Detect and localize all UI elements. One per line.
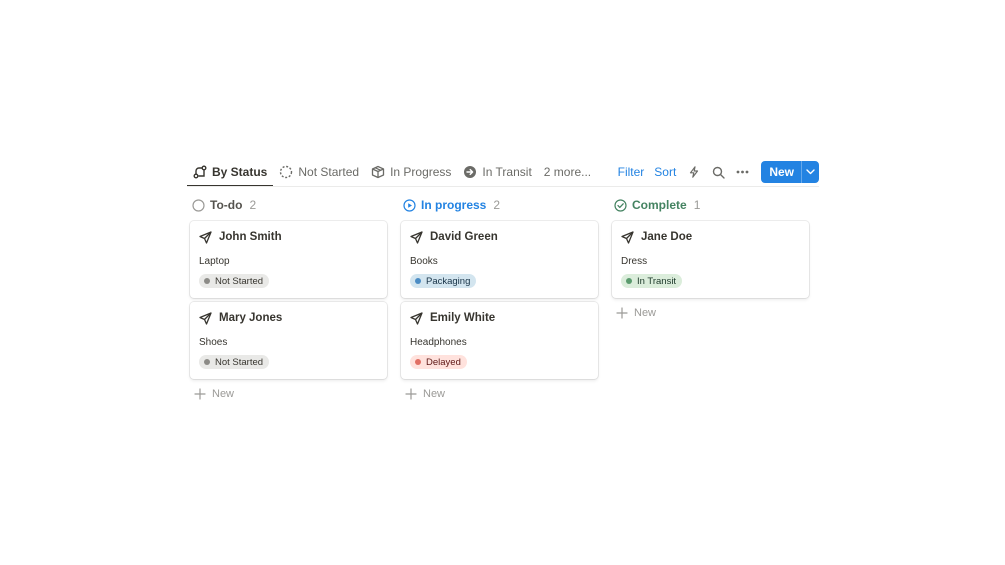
status-badge: Delayed bbox=[410, 355, 467, 369]
card-list: Jane Doe Dress In Transit bbox=[612, 221, 810, 298]
plus-icon bbox=[405, 388, 417, 400]
column-count: 1 bbox=[693, 198, 701, 212]
card-name: Mary Jones bbox=[219, 312, 283, 324]
sort-button[interactable]: Sort bbox=[649, 165, 681, 179]
tab-not-started[interactable]: Not Started bbox=[273, 158, 365, 186]
card-name: Emily White bbox=[430, 312, 496, 324]
status-dot bbox=[204, 278, 210, 284]
column-header[interactable]: In progress 2 bbox=[401, 195, 599, 215]
tab-label: In Progress bbox=[390, 165, 452, 179]
add-new-label: New bbox=[212, 388, 235, 400]
status-label: Delayed bbox=[426, 356, 461, 368]
status-label: Not Started bbox=[215, 356, 264, 368]
play-circle-icon bbox=[403, 198, 416, 212]
card[interactable]: John Smith Laptop Not Started bbox=[190, 221, 387, 298]
empty-circle-icon bbox=[192, 198, 205, 212]
column-header[interactable]: Complete 1 bbox=[612, 195, 810, 215]
status-label: Not Started bbox=[215, 275, 264, 287]
dashed-circle-icon bbox=[279, 165, 293, 179]
column-in-progress: In progress 2 David Green Books Packagin… bbox=[401, 195, 599, 405]
toolbar-divider bbox=[187, 186, 819, 187]
tab-in-transit[interactable]: In Transit bbox=[457, 158, 537, 186]
view-tabs: By Status Not Started In Progress In Tra… bbox=[187, 158, 597, 187]
card-item: Headphones bbox=[410, 337, 467, 348]
card-item: Laptop bbox=[199, 256, 230, 267]
add-new-card-button[interactable]: New bbox=[401, 383, 599, 405]
card[interactable]: Emily White Headphones Delayed bbox=[401, 302, 598, 379]
add-new-card-button[interactable]: New bbox=[612, 302, 810, 324]
column-todo: To-do 2 John Smith Laptop Not Started Ma… bbox=[190, 195, 388, 405]
tab-by-status[interactable]: By Status bbox=[187, 158, 274, 187]
paper-plane-icon bbox=[410, 230, 423, 244]
view-toolbar: By Status Not Started In Progress In Tra… bbox=[187, 158, 819, 187]
card[interactable]: Mary Jones Shoes Not Started bbox=[190, 302, 387, 379]
plus-icon bbox=[194, 388, 206, 400]
column-title: Complete bbox=[632, 198, 687, 212]
tab-in-progress[interactable]: In Progress bbox=[365, 158, 457, 186]
status-dot bbox=[204, 359, 210, 365]
column-count: 2 bbox=[493, 198, 501, 212]
card[interactable]: Jane Doe Dress In Transit bbox=[612, 221, 809, 298]
card-title-row: Emily White bbox=[410, 311, 589, 325]
paper-plane-icon bbox=[621, 230, 634, 244]
card-item: Dress bbox=[621, 256, 648, 267]
tab-more[interactable]: 2 more... bbox=[538, 158, 597, 186]
board-columns: To-do 2 John Smith Laptop Not Started Ma… bbox=[190, 195, 823, 405]
card-list: David Green Books Packaging Emily White bbox=[401, 221, 599, 379]
status-badge: Not Started bbox=[199, 355, 270, 369]
search-icon[interactable] bbox=[707, 161, 729, 183]
new-button-label: New bbox=[769, 165, 794, 179]
more-options-icon[interactable] bbox=[731, 161, 753, 183]
paper-plane-icon bbox=[199, 311, 212, 325]
column-complete: Complete 1 Jane Doe Dress In Transit New bbox=[612, 195, 810, 405]
card-title-row: David Green bbox=[410, 230, 589, 244]
arrow-circle-icon bbox=[463, 165, 477, 179]
add-new-label: New bbox=[423, 388, 446, 400]
status-dot bbox=[415, 278, 421, 284]
add-new-label: New bbox=[634, 307, 657, 319]
card-title-row: Mary Jones bbox=[199, 311, 378, 325]
tab-label: Not Started bbox=[298, 165, 360, 179]
card-name: Jane Doe bbox=[641, 231, 693, 243]
tab-label: By Status bbox=[212, 165, 268, 179]
chevron-down-icon[interactable] bbox=[801, 161, 819, 183]
column-title: To-do bbox=[210, 198, 243, 212]
add-new-card-button[interactable]: New bbox=[190, 383, 388, 405]
card-title-row: Jane Doe bbox=[621, 230, 800, 244]
filter-button[interactable]: Filter bbox=[613, 165, 650, 179]
status-badge: In Transit bbox=[621, 274, 683, 288]
card-title-row: John Smith bbox=[199, 230, 378, 244]
status-flow-icon bbox=[193, 165, 207, 179]
card-item: Books bbox=[410, 256, 438, 267]
column-title: In progress bbox=[421, 198, 487, 212]
status-label: Packaging bbox=[426, 275, 471, 287]
view-actions: Filter Sort New bbox=[613, 160, 819, 184]
status-badge: Packaging bbox=[410, 274, 477, 288]
column-count: 2 bbox=[249, 198, 257, 212]
plus-icon bbox=[616, 307, 628, 319]
status-dot bbox=[415, 359, 421, 365]
status-label: In Transit bbox=[637, 275, 677, 287]
status-badge: Not Started bbox=[199, 274, 270, 288]
card[interactable]: David Green Books Packaging bbox=[401, 221, 598, 298]
card-name: David Green bbox=[430, 231, 498, 243]
new-button[interactable]: New bbox=[761, 161, 819, 183]
board-view: By Status Not Started In Progress In Tra… bbox=[187, 158, 819, 400]
paper-plane-icon bbox=[199, 230, 212, 244]
check-circle-icon bbox=[614, 198, 627, 212]
lightning-icon[interactable] bbox=[683, 161, 705, 183]
paper-plane-icon bbox=[410, 311, 423, 325]
box-icon bbox=[371, 165, 385, 179]
card-item: Shoes bbox=[199, 337, 228, 348]
tab-label: In Transit bbox=[482, 165, 532, 179]
card-list: John Smith Laptop Not Started Mary Jones bbox=[190, 221, 388, 379]
column-header[interactable]: To-do 2 bbox=[190, 195, 388, 215]
card-name: John Smith bbox=[219, 231, 282, 243]
status-dot bbox=[626, 278, 632, 284]
